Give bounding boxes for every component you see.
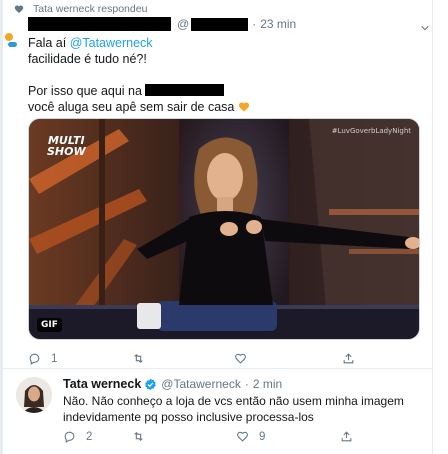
tweet[interactable]: @ · 23 min Fala aí @Tatawerneck facilida… (3, 14, 432, 369)
reply-tweet[interactable]: Tata werneck @Tatawerneck · 2 min Não. N… (3, 369, 432, 454)
reply-actions: 2 9 (63, 430, 423, 446)
tweet-header: @ · 23 min (28, 17, 296, 31)
retweet-icon (134, 431, 143, 442)
share-icon (341, 431, 352, 442)
tweet-actions: 1 (28, 352, 420, 368)
verified-badge-icon (145, 378, 157, 390)
reply-button[interactable]: 1 (28, 352, 57, 365)
separator-dot: · (252, 17, 257, 31)
redacted-name (28, 17, 171, 31)
heart-icon (14, 4, 24, 14)
yellow-heart-icon (238, 100, 250, 112)
handle-at: @ (177, 17, 190, 31)
multishow-logo: MULTI SHOW (47, 134, 86, 158)
tweet-text: Fala aí @Tatawerneck facilidade é tudo n… (28, 35, 250, 115)
timestamp[interactable]: 2 min (253, 377, 282, 391)
redacted-handle (191, 17, 249, 31)
retweet-icon (134, 353, 143, 364)
retweet-button[interactable] (132, 430, 155, 443)
reply-text: Não. Não conheço a loja de vcs então não… (63, 394, 404, 424)
reply-icon (29, 353, 40, 365)
gif-frame (29, 119, 419, 339)
reply-header: Tata werneck @Tatawerneck · 2 min (63, 377, 283, 391)
like-count: 9 (259, 430, 266, 443)
chevron-down-icon[interactable] (420, 20, 430, 31)
timestamp[interactable]: 23 min (260, 17, 296, 31)
redacted-text (144, 84, 224, 96)
avatar[interactable] (16, 377, 52, 413)
gif-badge: GIF (37, 318, 62, 332)
share-button[interactable] (340, 430, 353, 443)
hashtag-watermark: #LuvGoverbLadyNight (331, 127, 411, 135)
reply-count: 1 (51, 352, 58, 365)
gif-media[interactable]: MULTI SHOW #LuvGoverbLadyNight GIF (28, 118, 420, 340)
reply-button[interactable]: 2 (63, 430, 92, 443)
reply-count: 2 (86, 430, 93, 443)
share-button[interactable] (342, 352, 355, 365)
like-button[interactable]: 9 (236, 430, 265, 443)
heart-outline-icon (235, 353, 246, 364)
reply-icon (64, 431, 75, 443)
share-icon (343, 353, 354, 364)
mention-link[interactable]: @Tatawerneck (70, 36, 153, 50)
retweet-button[interactable] (132, 352, 155, 365)
like-button[interactable] (234, 352, 257, 365)
heart-outline-icon (237, 431, 248, 442)
scrollbar-area[interactable] (432, 0, 448, 454)
display-name[interactable]: Tata werneck (63, 377, 141, 391)
handle[interactable]: @Tatawerneck (161, 377, 241, 391)
avatar[interactable] (3, 30, 19, 52)
